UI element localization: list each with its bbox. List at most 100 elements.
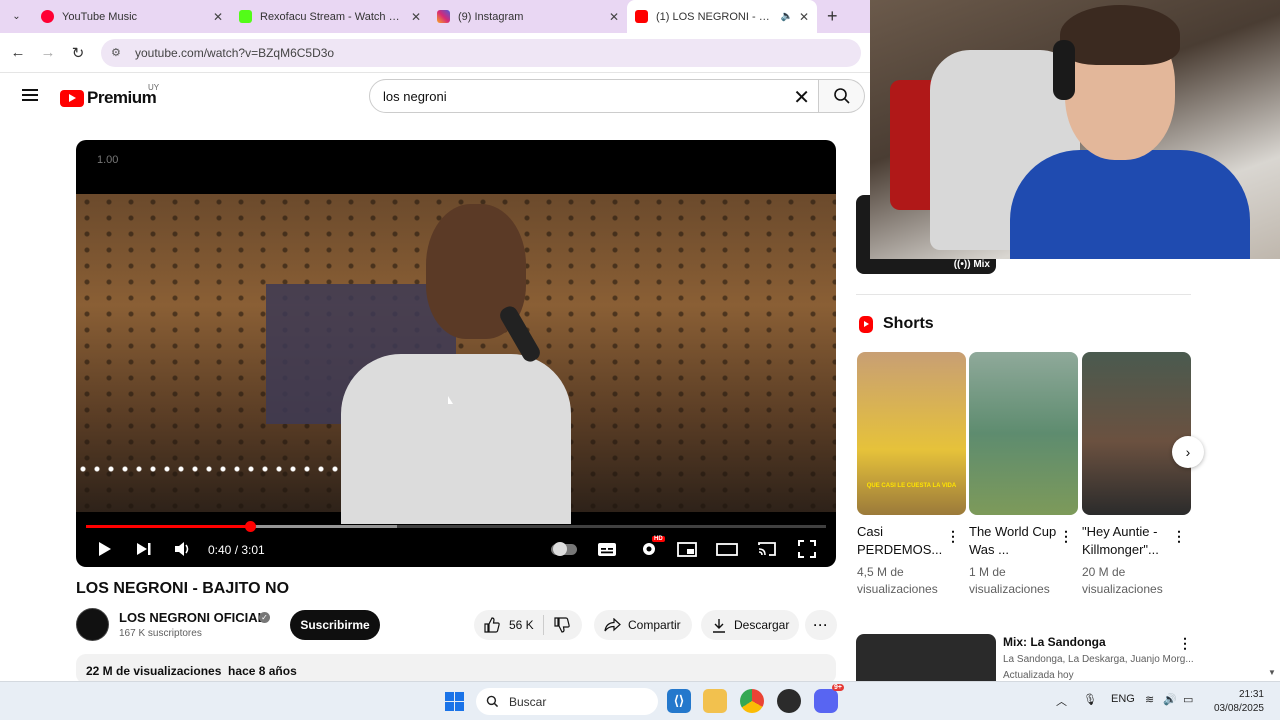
search-input[interactable]: los negroni ✕ xyxy=(369,79,819,113)
mix-icon: ((•)) xyxy=(953,259,974,270)
search-icon xyxy=(833,88,850,104)
discord-icon[interactable]: 9+ xyxy=(814,684,844,713)
site-info-icon[interactable]: ⚙ xyxy=(111,46,125,59)
miniplayer-button[interactable] xyxy=(676,539,698,559)
clock-date: 03/08/2025 xyxy=(1213,703,1264,714)
system-clock[interactable]: 21:31 03/08/2025 xyxy=(1200,688,1264,716)
tab-close-icon[interactable]: ✕ xyxy=(799,10,809,24)
fullscreen-button[interactable] xyxy=(796,539,818,559)
tab-instagram[interactable]: (9) Instagram ✕ xyxy=(429,0,627,33)
share-button[interactable]: Compartir xyxy=(594,610,692,640)
shorts-next-button[interactable]: › xyxy=(1172,436,1204,468)
subtitles-button[interactable] xyxy=(596,539,618,559)
short-views: 20 M de visualizaciones xyxy=(1082,565,1163,596)
instagram-favicon-icon xyxy=(437,10,450,23)
search-button[interactable] xyxy=(819,79,865,113)
thumbs-up-icon xyxy=(484,617,500,633)
youtube-header: Premium UY los negroni ✕ xyxy=(0,73,870,119)
language-indicator[interactable]: ENG xyxy=(1111,693,1135,705)
channel-name[interactable]: LOS NEGRONI OFICIAL xyxy=(119,610,266,625)
back-button[interactable]: ← xyxy=(3,44,33,61)
short-title[interactable]: "Hey Auntie - Killmonger"... xyxy=(1082,523,1172,559)
file-explorer-icon[interactable] xyxy=(703,689,727,713)
short-title[interactable]: Casi PERDEMOS... xyxy=(857,523,947,559)
shorts-section-header: Shorts xyxy=(859,315,934,333)
download-button[interactable]: Descargar xyxy=(701,610,799,640)
chevron-right-icon: › xyxy=(1185,444,1191,460)
short-more-options-icon[interactable]: ⋮ xyxy=(1172,528,1186,545)
tab-close-icon[interactable]: ✕ xyxy=(609,10,619,24)
tab-kick-stream[interactable]: Rexofacu Stream - Watch Live o ✕ xyxy=(231,0,429,33)
taskbar-search-placeholder: Buscar xyxy=(509,694,547,709)
reload-button[interactable]: ↻ xyxy=(63,44,93,62)
short-views: 1 M de visualizaciones xyxy=(969,565,1050,596)
theater-mode-button[interactable] xyxy=(716,539,738,559)
youtube-music-favicon-icon xyxy=(41,10,54,23)
forward-button[interactable]: → xyxy=(33,44,63,61)
time-display: 0:40 / 3:01 xyxy=(208,543,265,557)
tab-youtube-music[interactable]: YouTube Music ✕ xyxy=(33,0,231,33)
tab-audio-icon[interactable]: 🔈 xyxy=(780,11,792,22)
progress-scrubber-handle[interactable] xyxy=(244,521,256,532)
description-box[interactable]: 22 M de visualizaciones hace 8 años xyxy=(76,654,836,684)
short-caption: QUE CASI LE CUESTA LA VIDA xyxy=(866,483,957,489)
vscode-icon[interactable]: ⟨⟩ xyxy=(667,689,691,713)
channel-avatar[interactable] xyxy=(76,608,109,641)
notification-badge: 9+ xyxy=(832,684,844,691)
short-thumbnail[interactable] xyxy=(1082,352,1191,515)
chrome-icon[interactable] xyxy=(740,689,764,713)
battery-icon[interactable]: ▭ xyxy=(1183,693,1193,706)
short-more-options-icon[interactable]: ⋮ xyxy=(946,528,960,545)
short-title[interactable]: The World Cup Was ... xyxy=(969,523,1059,559)
wifi-icon[interactable]: ≋ xyxy=(1145,693,1154,706)
play-icon xyxy=(99,542,111,556)
volume-icon[interactable]: 🔊 xyxy=(1163,693,1177,706)
tab-close-icon[interactable]: ✕ xyxy=(411,10,421,24)
mix-title[interactable]: Mix: La Sandonga xyxy=(1003,635,1106,649)
volume-button[interactable] xyxy=(174,539,192,559)
mouse-cursor-icon xyxy=(448,396,453,404)
short-more-options-icon[interactable]: ⋮ xyxy=(1059,528,1073,545)
obs-icon[interactable] xyxy=(777,689,801,713)
autoplay-toggle[interactable] xyxy=(550,539,578,559)
address-bar[interactable]: ⚙ youtube.com/watch?v=BZqM6C5D3o xyxy=(101,38,861,67)
clear-search-icon[interactable]: ✕ xyxy=(793,85,810,110)
taskbar-search-input[interactable]: Buscar xyxy=(476,688,658,715)
cast-button[interactable] xyxy=(756,539,778,559)
mix-updated: Actualizada hoy xyxy=(1003,670,1074,681)
play-button[interactable] xyxy=(96,539,114,559)
dislike-button[interactable] xyxy=(544,617,570,633)
search-icon xyxy=(486,695,499,708)
short-thumbnail[interactable] xyxy=(969,352,1078,515)
more-horizontal-icon: ··· xyxy=(813,618,829,632)
progress-bar[interactable] xyxy=(86,521,826,532)
video-player[interactable]: 1.00 0:40 / 3:01 HD xyxy=(76,140,836,567)
divider xyxy=(856,294,1191,295)
headphones xyxy=(1053,40,1075,100)
like-button[interactable]: 56 K xyxy=(474,615,544,635)
scroll-down-arrow-icon[interactable]: ▼ xyxy=(1268,668,1276,677)
video-frame[interactable] xyxy=(76,194,836,524)
windows-start-icon[interactable] xyxy=(445,692,464,711)
tab-title: Rexofacu Stream - Watch Live o xyxy=(260,10,405,23)
settings-button[interactable]: HD xyxy=(638,536,665,559)
new-tab-button[interactable]: + xyxy=(827,6,838,27)
subscribe-button[interactable]: Suscribirme xyxy=(290,610,380,640)
youtube-premium-logo[interactable]: Premium UY xyxy=(60,83,159,108)
microphone-icon[interactable]: 🎙 xyxy=(1083,693,1097,706)
gear-icon xyxy=(643,543,655,555)
short-thumbnail[interactable]: QUE CASI LE CUESTA LA VIDA xyxy=(857,352,966,515)
menu-icon[interactable] xyxy=(22,89,38,101)
shorts-icon xyxy=(859,315,873,333)
next-button[interactable] xyxy=(136,539,152,559)
fullscreen-icon xyxy=(798,540,816,558)
more-actions-button[interactable]: ··· xyxy=(805,610,837,640)
tab-youtube-video[interactable]: (1) LOS NEGRONI - BAJITO 🔈 ✕ xyxy=(627,0,817,33)
volume-icon xyxy=(175,542,189,556)
tray-overflow-chevron-icon[interactable]: ︿ xyxy=(1056,693,1067,709)
tab-close-icon[interactable]: ✕ xyxy=(213,10,223,24)
tab-search-chevron-icon[interactable]: ⌄ xyxy=(0,0,33,33)
youtube-play-logo-icon xyxy=(60,89,84,107)
mix-more-options-icon[interactable]: ⋮ xyxy=(1178,635,1192,652)
mix-thumbnail[interactable] xyxy=(856,634,996,681)
